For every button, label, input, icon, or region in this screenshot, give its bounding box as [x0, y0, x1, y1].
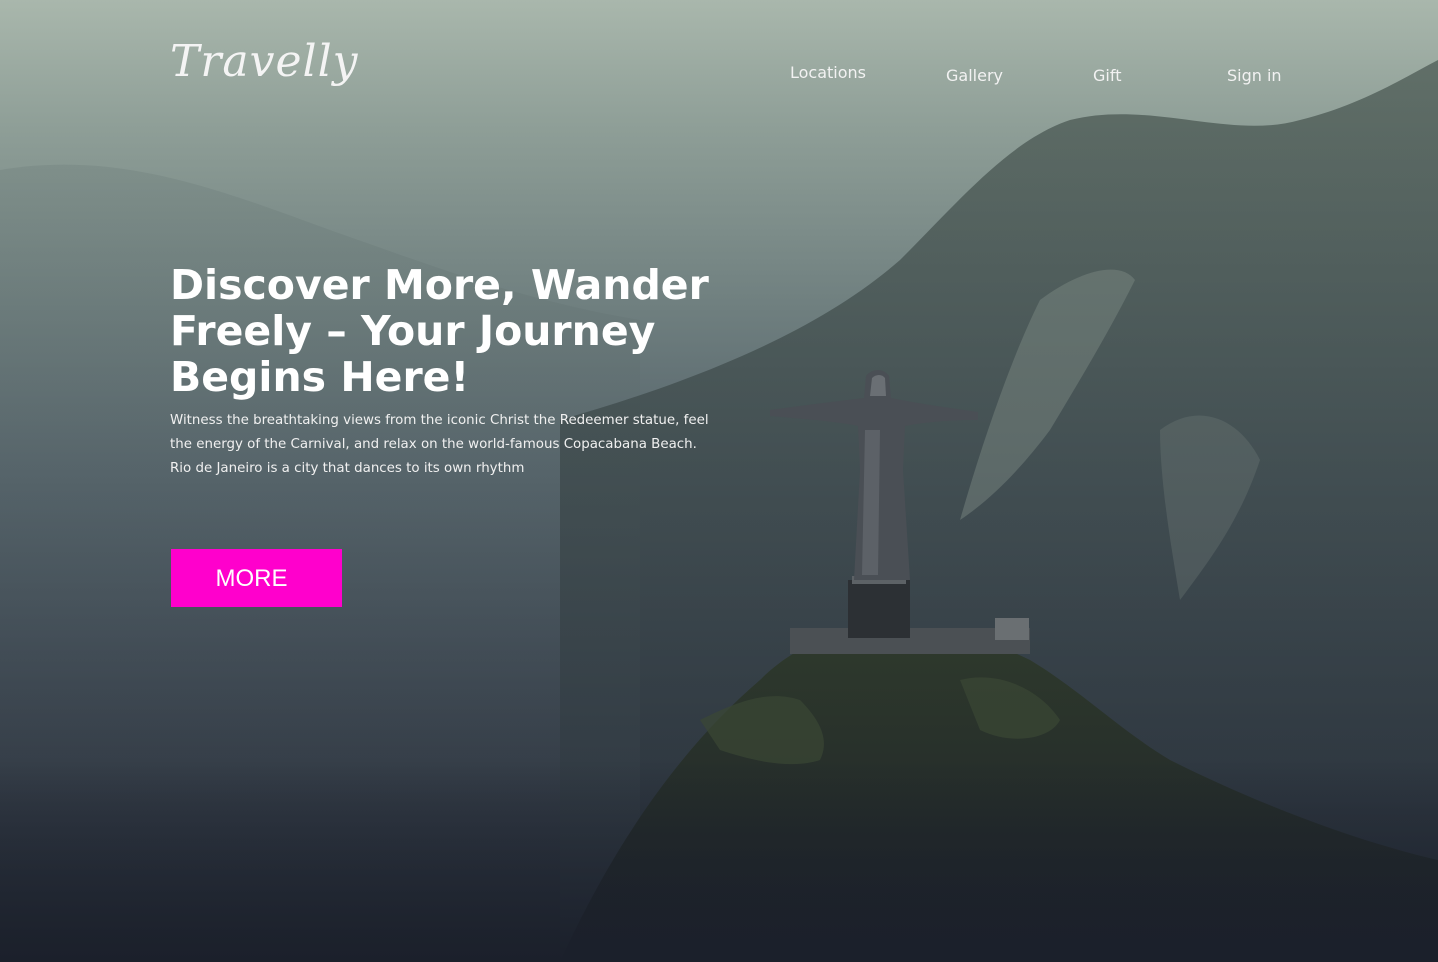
hero-title: Discover More, Wander Freely – Your Jour… [170, 261, 709, 401]
nav-link-gallery[interactable]: Gallery [946, 66, 1003, 85]
landing-page: Travelly Locations Gallery Gift Sign in … [0, 0, 1438, 962]
hero-background-image [0, 0, 1438, 962]
nav-link-locations[interactable]: Locations [790, 63, 866, 82]
more-button[interactable]: MORE [171, 549, 342, 607]
brand-logo[interactable]: Travelly [170, 40, 359, 84]
nav-link-gift[interactable]: Gift [1093, 66, 1121, 85]
hero-description: Witness the breathtaking views from the … [170, 413, 709, 476]
mountain-statue-illustration [0, 60, 1438, 962]
more-button-label: MORE [215, 565, 288, 592]
nav-link-sign-in[interactable]: Sign in [1227, 66, 1282, 85]
